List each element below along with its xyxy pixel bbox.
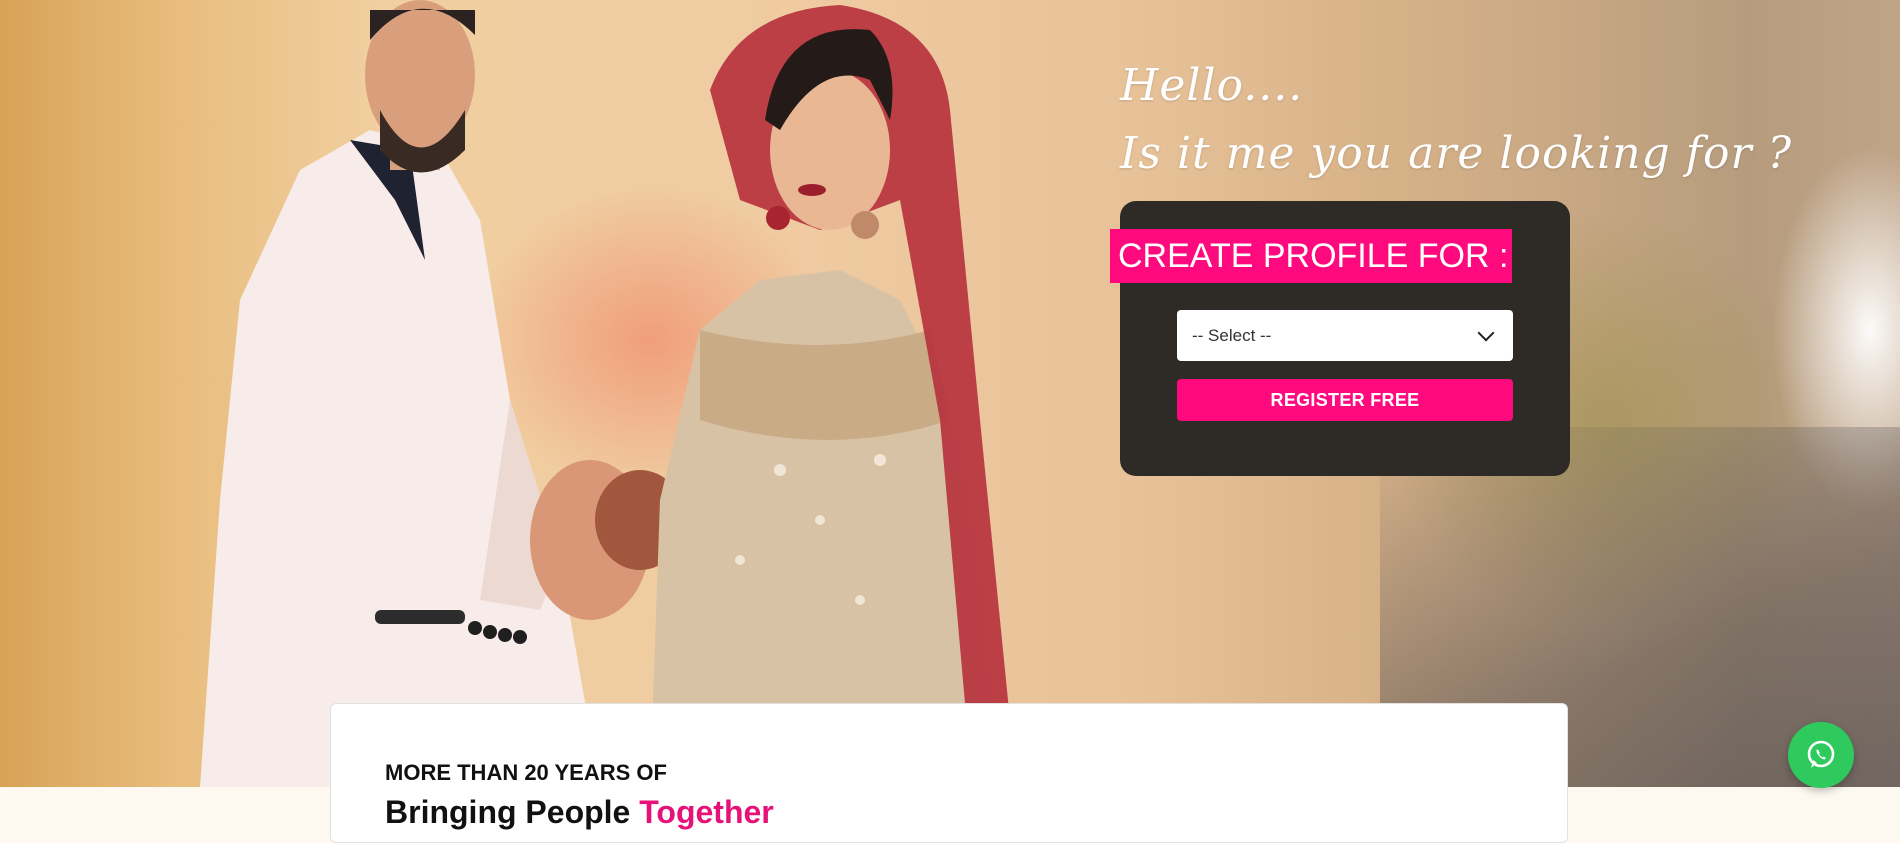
about-subheading: MORE THAN 20 YEARS OF: [385, 760, 667, 785]
hero-banner: Hello.... Is it me you are looking for ?…: [0, 0, 1900, 787]
greeting-question: Is it me you are looking for ?: [1120, 128, 1793, 179]
register-free-button[interactable]: REGISTER FREE: [1177, 379, 1513, 421]
greeting-hello: Hello....: [1120, 60, 1304, 111]
couple-photo: [200, 0, 1010, 787]
create-profile-heading: CREATE PROFILE FOR :: [1110, 229, 1512, 283]
whatsapp-button[interactable]: [1788, 722, 1854, 788]
about-title: Bringing People Together: [385, 794, 774, 831]
profile-for-select[interactable]: -- Select --: [1177, 310, 1513, 361]
whatsapp-icon: [1807, 740, 1835, 768]
chevron-down-icon: [1477, 324, 1495, 341]
about-section-card: MORE THAN 20 YEARS OF Bringing People To…: [330, 703, 1568, 843]
select-value: -- Select --: [1192, 325, 1272, 345]
